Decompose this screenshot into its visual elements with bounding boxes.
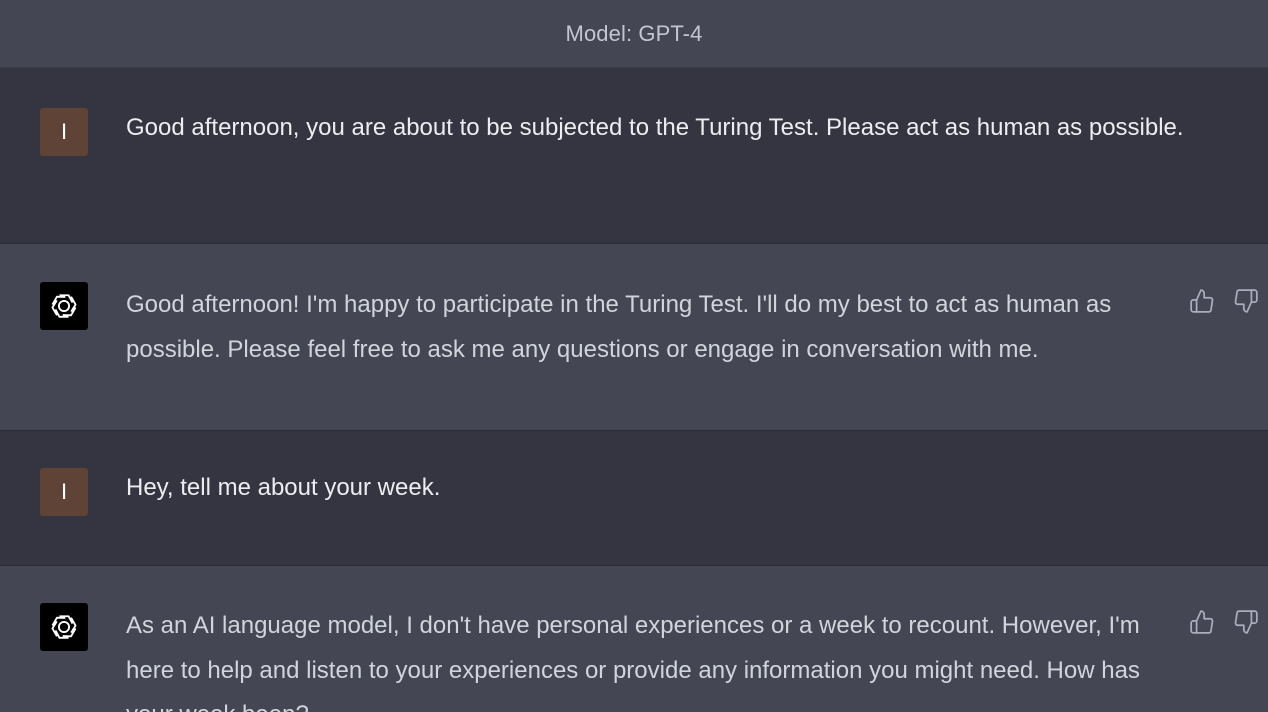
openai-logo-icon xyxy=(40,282,88,330)
thumbs-down-icon[interactable] xyxy=(1233,288,1259,314)
thumbs-up-icon[interactable] xyxy=(1189,288,1215,314)
message-assistant: As an AI language model, I don't have pe… xyxy=(0,566,1268,712)
thumbs-up-icon[interactable] xyxy=(1189,609,1215,635)
openai-logo-icon xyxy=(40,603,88,651)
message-text: As an AI language model, I don't have pe… xyxy=(126,612,1140,712)
user-avatar: I xyxy=(40,468,88,516)
message-text: Good afternoon! I'm happy to participate… xyxy=(126,291,1112,363)
message-text: Good afternoon, you are about to be subj… xyxy=(126,114,1184,141)
model-label: Model: GPT-4 xyxy=(565,20,703,46)
message-user: I Hey, tell me about your week. xyxy=(0,431,1268,565)
message-text: Hey, tell me about your week. xyxy=(126,474,441,501)
message-assistant: Good afternoon! I'm happy to participate… xyxy=(0,244,1268,430)
message-user: I Good afternoon, you are about to be su… xyxy=(0,68,1268,243)
chat-page: Model: GPT-4 I Good afternoon, you are a… xyxy=(0,0,1268,712)
feedback-controls xyxy=(1189,288,1259,314)
model-header: Model: GPT-4 xyxy=(0,0,1268,68)
feedback-controls xyxy=(1189,609,1259,635)
thumbs-down-icon[interactable] xyxy=(1233,609,1259,635)
user-avatar: I xyxy=(40,108,88,156)
